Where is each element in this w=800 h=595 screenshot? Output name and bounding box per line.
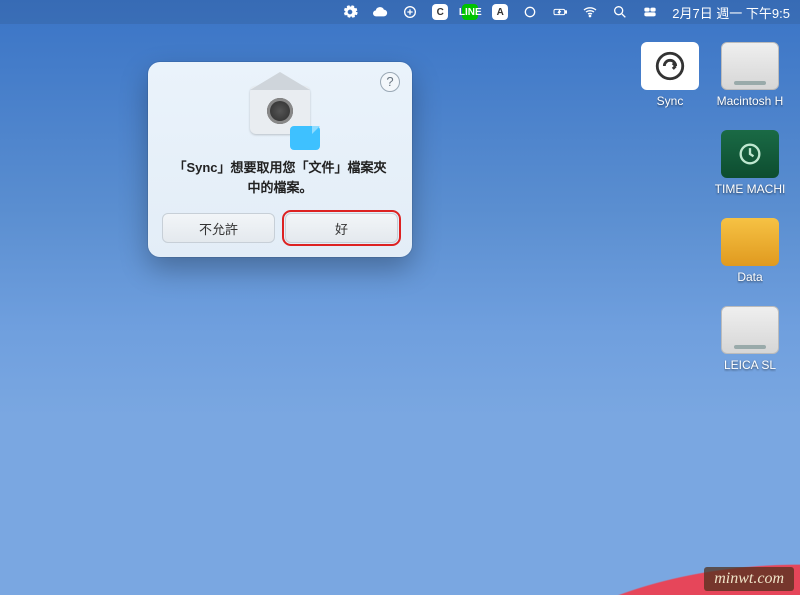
desktop-icon-sync[interactable]: Sync: [630, 42, 710, 108]
wifi-icon[interactable]: [582, 4, 598, 20]
watermark: minwt.com: [704, 567, 794, 591]
desktop-icon-macintosh-hd[interactable]: Macintosh H: [710, 42, 790, 108]
desktop-icon-label: Sync: [657, 94, 684, 108]
desktop-icons-column: Sync Macintosh H TIME MACHI Data LEICA S…: [710, 42, 790, 372]
documents-folder-badge-icon: [290, 126, 320, 150]
sync-app-icon: [641, 42, 699, 90]
menubar: C LINE A 2月7日 週一 下午9:5: [0, 0, 800, 24]
dialog-app-icon: [246, 86, 314, 144]
app-menu-icon-2[interactable]: C: [432, 4, 448, 20]
help-button[interactable]: ?: [380, 72, 400, 92]
time-machine-drive-icon: [721, 130, 779, 178]
spotlight-search-icon[interactable]: [612, 4, 628, 20]
hard-drive-icon: [721, 42, 779, 90]
desktop-icon-leica-sl[interactable]: LEICA SL: [710, 306, 790, 372]
menubar-clock[interactable]: 2月7日 週一 下午9:5: [672, 3, 790, 22]
control-center-icon[interactable]: [642, 4, 658, 20]
external-drive-icon: [721, 218, 779, 266]
external-drive-icon: [721, 306, 779, 354]
desktop-icon-data[interactable]: Data: [710, 218, 790, 284]
line-app-icon[interactable]: LINE: [462, 4, 478, 20]
cloud-icon[interactable]: [372, 4, 388, 20]
allow-button[interactable]: 好: [285, 213, 398, 243]
input-method-icon[interactable]: A: [492, 4, 508, 20]
settings-gear-icon[interactable]: [342, 4, 358, 20]
dialog-message: 「Sync」想要取用您「文件」檔案夾中的檔案。: [162, 158, 398, 213]
battery-charging-icon[interactable]: [552, 4, 568, 20]
desktop-icon-label: Macintosh H: [717, 94, 784, 108]
desktop-icon-time-machine[interactable]: TIME MACHI: [710, 130, 790, 196]
desktop: C LINE A 2月7日 週一 下午9:5 Sync Macintosh H …: [0, 0, 800, 595]
desktop-icon-label: TIME MACHI: [715, 182, 786, 196]
desktop-icon-label: LEICA SL: [724, 358, 776, 372]
permission-dialog: ? 「Sync」想要取用您「文件」檔案夾中的檔案。 不允許 好: [148, 62, 412, 257]
dialog-button-row: 不允許 好: [162, 213, 398, 243]
deny-button[interactable]: 不允許: [162, 213, 275, 243]
app-menu-icon-1[interactable]: [402, 4, 418, 20]
desktop-icon-label: Data: [737, 270, 762, 284]
do-not-disturb-icon[interactable]: [522, 4, 538, 20]
